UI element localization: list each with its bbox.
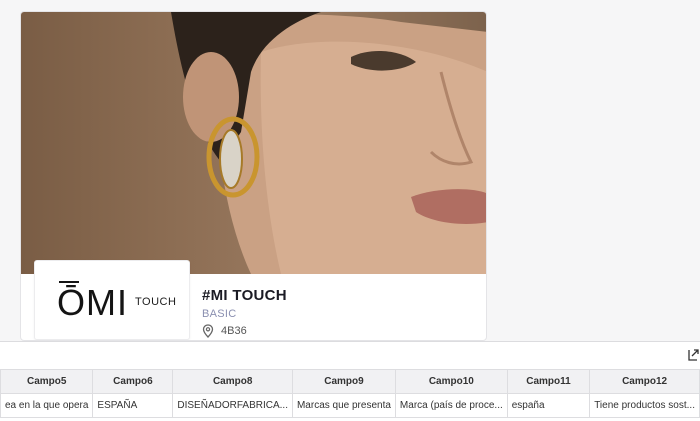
table-cell: ea en la que opera — [0, 393, 94, 418]
logo-subtext: TOUCH — [135, 296, 177, 308]
column-header[interactable]: Campo9 — [291, 369, 396, 394]
data-table: Campo5 Campo6 Campo8 Campo9 Campo10 Camp… — [0, 369, 700, 418]
table-toolbar — [0, 342, 700, 369]
table-cell: ESPAÑA — [92, 393, 174, 418]
export-icon[interactable] — [686, 348, 700, 362]
location-pin-icon — [202, 324, 214, 338]
table-row[interactable]: ea en la que opera ESPAÑA DISEÑADORFABRI… — [0, 393, 700, 418]
data-table-panel: Campo5 Campo6 Campo8 Campo9 Campo10 Camp… — [0, 341, 700, 421]
exhibitor-card[interactable]: ŌMI TOUCH #MI TOUCH BASIC 4B36 — [20, 11, 487, 341]
column-header[interactable]: Campo6 — [92, 369, 174, 394]
column-header[interactable]: Campo8 — [172, 369, 293, 394]
table-cell: Marcas que presenta — [291, 393, 396, 418]
exhibitor-name[interactable]: #MI TOUCH — [202, 287, 287, 304]
location-code: 4B36 — [221, 325, 247, 337]
table-cell: españa — [506, 393, 591, 418]
table-cell: Tiene productos sost... — [589, 393, 700, 418]
exhibitor-tier: BASIC — [202, 308, 237, 320]
column-header[interactable]: Campo11 — [506, 369, 591, 394]
column-header[interactable]: Campo5 — [0, 369, 94, 394]
column-header[interactable]: Campo10 — [394, 369, 508, 394]
logo-wordmark: ŌMI — [57, 282, 128, 323]
column-header[interactable]: Campo12 — [589, 369, 700, 394]
table-cell: Marca (país de proce... — [394, 393, 508, 418]
table-header-row: Campo5 Campo6 Campo8 Campo9 Campo10 Camp… — [0, 369, 700, 394]
hero-image — [21, 12, 486, 274]
exhibitor-logo: ŌMI TOUCH — [34, 260, 190, 340]
exhibitor-location: 4B36 — [202, 323, 247, 339]
page: ŌMI TOUCH #MI TOUCH BASIC 4B36 Campo5 Ca… — [0, 0, 700, 421]
table-cell: DISEÑADORFABRICA... — [172, 393, 293, 418]
portrait-photo — [171, 12, 486, 274]
